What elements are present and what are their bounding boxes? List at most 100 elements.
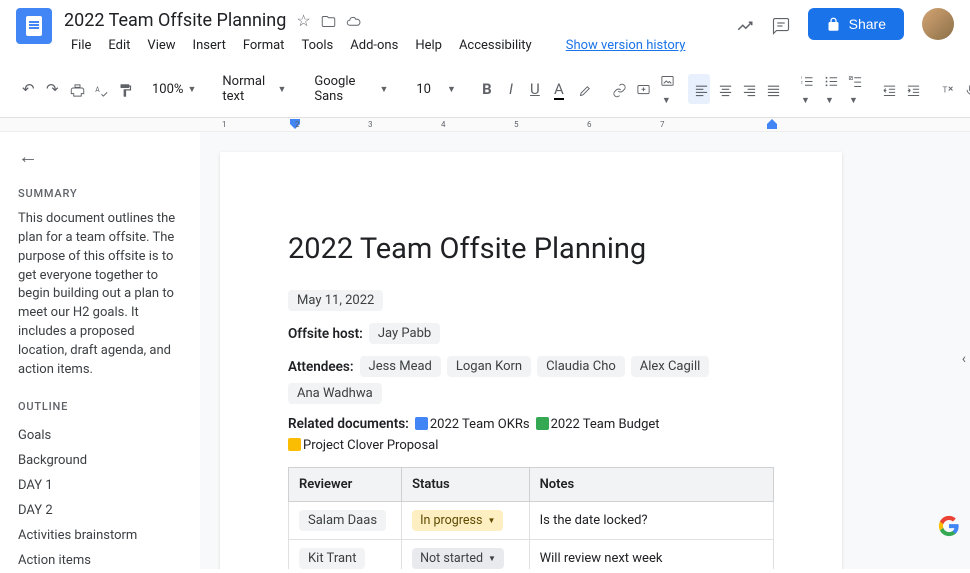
slide-icon — [288, 438, 301, 451]
italic-button[interactable]: I — [500, 74, 522, 104]
checklist-button[interactable]: ▼ — [842, 65, 864, 113]
menu-view[interactable]: View — [140, 36, 182, 55]
cloud-status-icon[interactable] — [346, 11, 361, 30]
outline-item[interactable]: DAY 1 — [18, 473, 182, 498]
person-chip[interactable]: Jay Pabb — [369, 323, 440, 344]
th-reviewer[interactable]: Reviewer — [289, 468, 402, 502]
decrease-indent-button[interactable] — [876, 74, 898, 104]
insert-image-button[interactable]: ▼ — [654, 65, 676, 113]
summary-label: SUMMARY — [18, 187, 182, 200]
align-center-button[interactable] — [712, 74, 734, 104]
menu-bar: File Edit View Insert Format Tools Add-o… — [64, 36, 736, 55]
doc-chip[interactable]: Project Clover Proposal — [288, 438, 438, 453]
zoom-dropdown[interactable]: 100%▼ — [146, 78, 202, 101]
date-chip[interactable]: May 11, 2022 — [288, 290, 383, 311]
doc-chip[interactable]: 2022 Team OKRs — [415, 417, 530, 432]
font-size-dropdown[interactable]: 10▼ — [408, 78, 464, 101]
collapse-outline-icon[interactable]: ← — [18, 144, 182, 169]
person-chip[interactable]: Ana Wadhwa — [288, 383, 382, 404]
google-logo — [938, 515, 960, 537]
header: 2022 Team Offsite Planning ☆ File Edit V… — [0, 0, 970, 55]
person-chip[interactable]: Salam Daas — [299, 510, 386, 531]
menu-help[interactable]: Help — [408, 36, 449, 55]
outline-item[interactable]: DAY 2 — [18, 498, 182, 523]
menu-format[interactable]: Format — [236, 36, 292, 55]
outline-label: OUTLINE — [18, 400, 182, 413]
document-title[interactable]: 2022 Team Offsite Planning — [64, 10, 286, 31]
undo-button[interactable]: ↶ — [16, 74, 38, 104]
title-area: 2022 Team Offsite Planning ☆ File Edit V… — [64, 8, 736, 55]
person-chip[interactable]: Claudia Cho — [537, 356, 625, 377]
menu-tools[interactable]: Tools — [294, 36, 340, 55]
outline-item[interactable]: Goals — [18, 423, 182, 448]
side-panel-toggle[interactable]: ‹ — [962, 351, 966, 367]
paragraph-style-dropdown[interactable]: Normal text▼ — [214, 70, 294, 108]
version-history-link[interactable]: Show version history — [566, 36, 686, 55]
highlight-button[interactable] — [572, 74, 594, 104]
comments-icon[interactable] — [772, 12, 790, 36]
person-chip[interactable]: Alex Cagill — [631, 356, 710, 377]
bulleted-list-button[interactable]: ▼ — [818, 65, 840, 113]
text-color-button[interactable]: A — [548, 74, 570, 104]
host-label: Offsite host: — [288, 326, 363, 342]
svg-text:A: A — [95, 85, 100, 93]
table-row[interactable]: Salam Daas In progress ▼ Is the date locke… — [289, 502, 774, 540]
insert-link-button[interactable] — [606, 74, 628, 104]
doc-chip[interactable]: 2022 Team Budget — [536, 417, 660, 432]
th-status[interactable]: Status — [402, 468, 529, 502]
docs-logo[interactable] — [16, 8, 52, 44]
sheet-icon — [536, 417, 549, 430]
table-row[interactable]: Kit Trant Not started ▼ Will review next w… — [289, 540, 774, 570]
review-table[interactable]: Reviewer Status Notes Salam Daas In progr… — [288, 467, 774, 569]
header-right: Share — [736, 8, 954, 40]
status-chip[interactable]: In progress ▼ — [412, 510, 503, 531]
outline-item[interactable]: Action items — [18, 548, 182, 573]
insert-comment-button[interactable] — [630, 74, 652, 104]
clear-formatting-button[interactable]: T — [934, 74, 956, 104]
person-chip[interactable]: Kit Trant — [299, 548, 365, 569]
print-button[interactable] — [64, 74, 86, 104]
summary-text: This document outlines the plan for a te… — [18, 210, 182, 380]
menu-edit[interactable]: Edit — [101, 36, 137, 55]
page[interactable]: 2022 Team Offsite Planning May 11, 2022 … — [220, 152, 842, 569]
align-right-button[interactable] — [736, 74, 758, 104]
activity-icon[interactable] — [736, 12, 754, 36]
outline-item[interactable]: Activities brainstorm — [18, 523, 182, 548]
spellcheck-button[interactable]: A — [88, 74, 110, 104]
share-label: Share — [849, 16, 886, 32]
move-icon[interactable] — [321, 11, 336, 30]
doc-icon — [415, 417, 428, 430]
voice-typing-button[interactable] — [958, 74, 970, 104]
person-chip[interactable]: Jess Mead — [360, 356, 441, 377]
status-chip[interactable]: Not started ▼ — [412, 548, 504, 569]
paint-format-button[interactable] — [112, 74, 134, 104]
ruler[interactable]: 1 2 3 4 5 6 7 — [0, 118, 970, 132]
share-button[interactable]: Share — [808, 8, 904, 40]
star-icon[interactable]: ☆ — [296, 11, 310, 30]
user-avatar[interactable] — [922, 8, 954, 40]
th-notes[interactable]: Notes — [529, 468, 773, 502]
attendees-label: Attendees: — [288, 359, 354, 375]
outline-sidebar: ← SUMMARY This document outlines the pla… — [0, 132, 200, 569]
svg-text:2: 2 — [801, 80, 803, 84]
menu-file[interactable]: File — [64, 36, 98, 55]
svg-text:1: 1 — [801, 76, 803, 80]
notes-cell[interactable]: Is the date locked? — [529, 502, 773, 540]
document-canvas[interactable]: 2022 Team Offsite Planning May 11, 2022 … — [200, 132, 970, 569]
doc-heading[interactable]: 2022 Team Offsite Planning — [288, 232, 774, 266]
font-dropdown[interactable]: Google Sans▼ — [306, 70, 396, 108]
underline-button[interactable]: U — [524, 74, 546, 104]
numbered-list-button[interactable]: 12▼ — [794, 65, 816, 113]
menu-addons[interactable]: Add-ons — [343, 36, 405, 55]
right-indent-handle[interactable] — [767, 119, 777, 129]
align-left-button[interactable] — [688, 74, 710, 104]
bold-button[interactable]: B — [476, 74, 498, 104]
person-chip[interactable]: Logan Korn — [447, 356, 531, 377]
menu-insert[interactable]: Insert — [186, 36, 233, 55]
menu-accessibility[interactable]: Accessibility — [452, 36, 539, 55]
outline-item[interactable]: Background — [18, 448, 182, 473]
increase-indent-button[interactable] — [900, 74, 922, 104]
align-justify-button[interactable] — [760, 74, 782, 104]
redo-button[interactable]: ↷ — [40, 74, 62, 104]
notes-cell[interactable]: Will review next week — [529, 540, 773, 570]
